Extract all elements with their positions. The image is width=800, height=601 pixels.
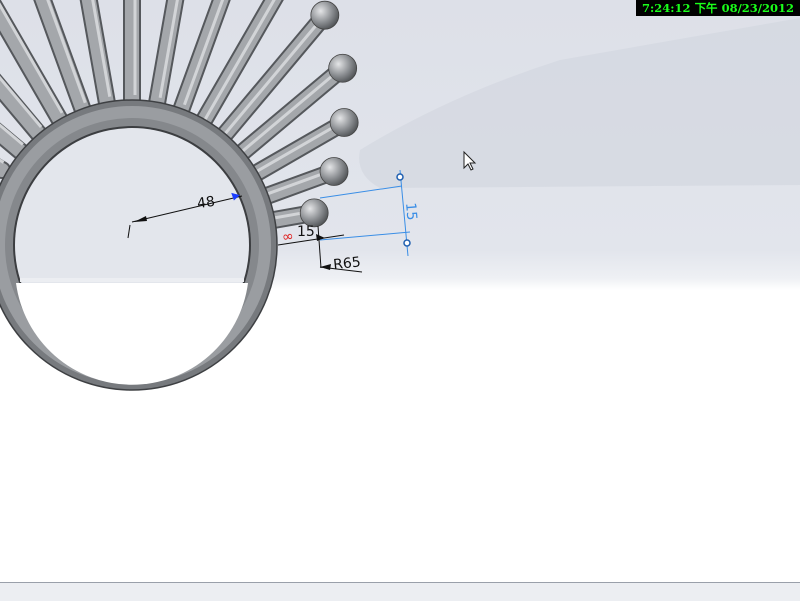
sketch-point-top[interactable] xyxy=(396,173,404,181)
ring-part[interactable] xyxy=(0,99,278,391)
clock-ampm: 下午 xyxy=(694,1,718,15)
clock-date: 08/23/2012 xyxy=(721,1,794,15)
clock-time: 7:24:12 xyxy=(642,1,691,15)
background-shade xyxy=(359,18,800,188)
spoke-ball xyxy=(329,108,359,137)
radius-dimension[interactable]: R65 xyxy=(319,254,363,273)
spoke-ball xyxy=(319,157,349,186)
sketch-point-bottom[interactable] xyxy=(403,239,411,247)
spoke-ball xyxy=(299,198,329,228)
model-scene: 48 ∞ 15 R65 15 xyxy=(0,0,800,391)
diameter-value: 48 xyxy=(196,194,216,212)
spoke xyxy=(260,198,329,230)
spoke-ball xyxy=(328,53,358,83)
status-bar xyxy=(0,582,800,601)
sketch-dimension-value: 15 xyxy=(402,202,419,221)
spoke-ball xyxy=(310,0,340,30)
radius-value: R65 xyxy=(332,254,361,273)
clock-overlay: 7:24:12 下午 08/23/2012 xyxy=(636,0,800,16)
spoke-length-value: 15 xyxy=(297,224,315,240)
spoke xyxy=(123,0,141,109)
graphics-viewport[interactable]: 48 ∞ 15 R65 15 7:24:12 下午 08/23/2012 xyxy=(0,0,800,582)
dependent-marker: ∞ xyxy=(281,228,295,245)
